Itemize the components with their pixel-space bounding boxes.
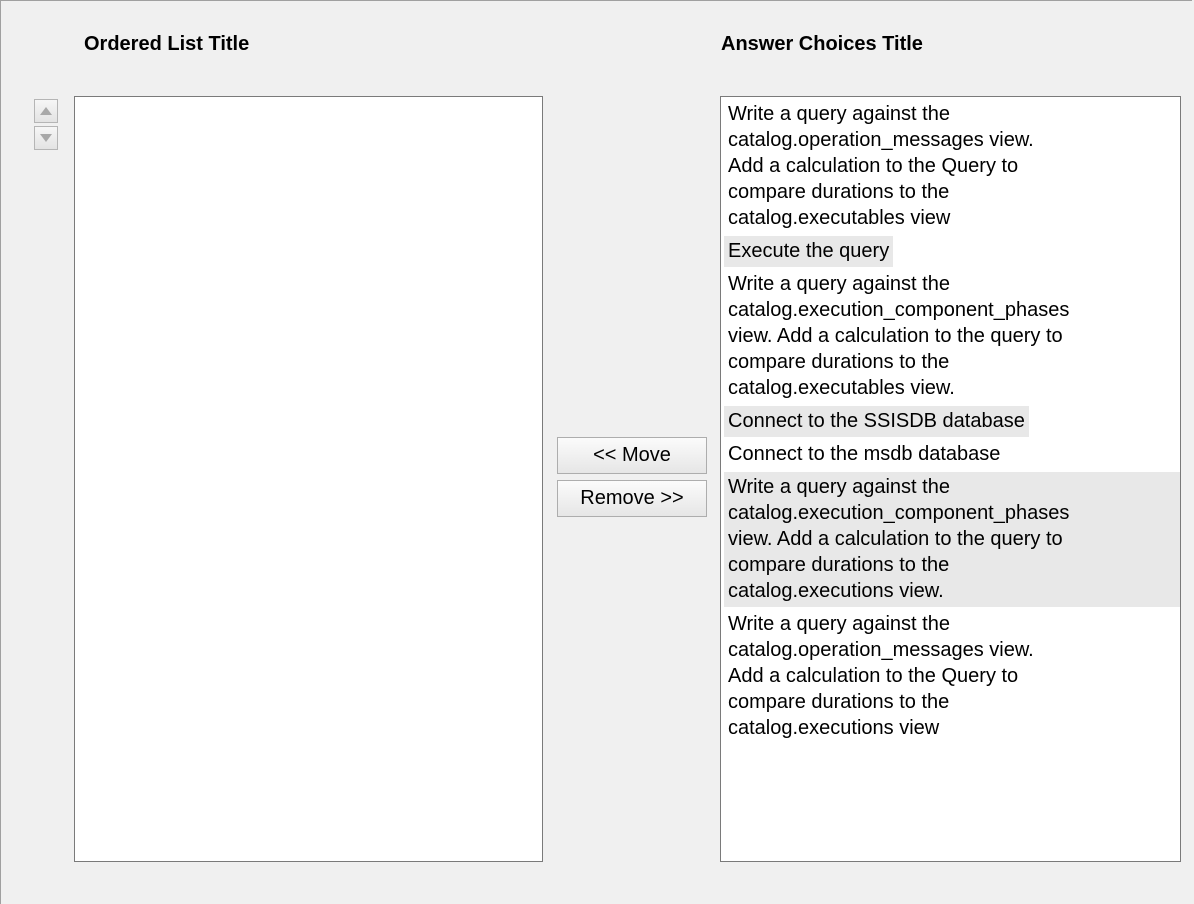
move-down-button[interactable] <box>34 126 58 150</box>
move-button[interactable]: << Move <box>557 437 707 474</box>
answer-choice-item[interactable]: Write a query against the catalog.execut… <box>724 472 1180 607</box>
reorder-controls <box>34 99 58 153</box>
answer-choice-item[interactable]: Write a query against the catalog.operat… <box>724 99 1180 234</box>
move-up-button[interactable] <box>34 99 58 123</box>
ordering-question-panel: Ordered List Title Answer Choices Title … <box>0 0 1192 904</box>
triangle-up-icon <box>40 107 52 115</box>
ordered-list-box[interactable] <box>74 96 543 862</box>
remove-button[interactable]: Remove >> <box>557 480 707 517</box>
answer-choice-item[interactable]: Write a query against the catalog.operat… <box>724 609 1180 744</box>
triangle-down-icon <box>40 134 52 142</box>
answer-choices-list[interactable]: Write a query against the catalog.operat… <box>720 96 1181 862</box>
answer-choice-item[interactable]: Execute the query <box>724 236 894 267</box>
answer-choice-item[interactable]: Connect to the msdb database <box>724 439 1180 470</box>
transfer-buttons: << Move Remove >> <box>557 437 707 523</box>
answer-choices-title: Answer Choices Title <box>721 33 923 55</box>
answer-choice-item[interactable]: Write a query against the catalog.execut… <box>724 269 1180 404</box>
ordered-list-title: Ordered List Title <box>84 33 250 55</box>
answer-choice-item[interactable]: Connect to the SSISDB database <box>724 406 1029 437</box>
